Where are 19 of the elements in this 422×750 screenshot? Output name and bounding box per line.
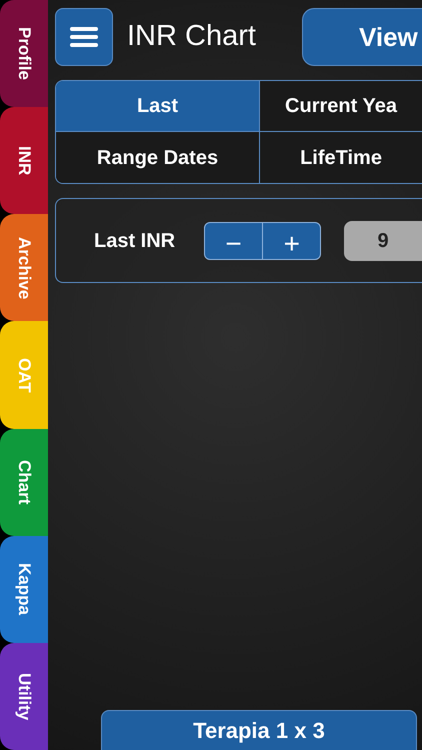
inr-value: 9 (344, 220, 422, 260)
period-tab[interactable]: Last (56, 81, 260, 132)
increment-button[interactable]: + (263, 222, 320, 258)
decrement-button[interactable]: − (204, 222, 264, 258)
sidebar-tab[interactable]: Profile (0, 0, 48, 108)
period-tab[interactable]: LifeTime (260, 132, 422, 183)
sidebar-tab[interactable]: Kappa (0, 536, 48, 643)
menu-button[interactable] (55, 8, 113, 66)
therapy-button[interactable]: Terapia 1 x 3 (101, 710, 417, 750)
period-tab[interactable]: Current Yea (260, 81, 422, 132)
sidebar-tab[interactable]: Archive (0, 214, 48, 322)
sidebar-tab[interactable]: INR (0, 107, 48, 214)
period-tab[interactable]: Range Dates (56, 132, 260, 183)
view-button[interactable]: View (302, 8, 422, 66)
screen-title: INR Chart (127, 19, 256, 54)
sidebar-tab[interactable]: Utility (0, 642, 48, 750)
last-inr-label: Last INR (94, 228, 176, 254)
sidebar-tab[interactable]: Chart (0, 428, 48, 536)
menu-icon (70, 26, 98, 48)
